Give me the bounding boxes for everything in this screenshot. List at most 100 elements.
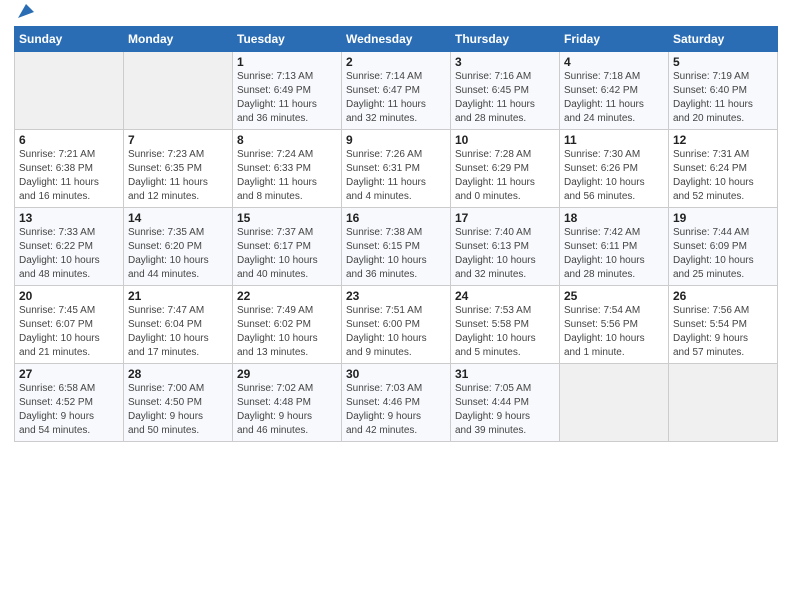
day-detail: Sunrise: 7:47 AM Sunset: 6:04 PM Dayligh…	[128, 304, 228, 360]
day-detail: Sunrise: 7:19 AM Sunset: 6:40 PM Dayligh…	[673, 70, 773, 126]
day-number: 2	[346, 55, 446, 69]
day-detail: Sunrise: 7:31 AM Sunset: 6:24 PM Dayligh…	[673, 148, 773, 204]
day-detail: Sunrise: 7:54 AM Sunset: 5:56 PM Dayligh…	[564, 304, 664, 360]
calendar-cell: 14Sunrise: 7:35 AM Sunset: 6:20 PM Dayli…	[124, 208, 233, 286]
calendar-cell: 15Sunrise: 7:37 AM Sunset: 6:17 PM Dayli…	[233, 208, 342, 286]
calendar-cell: 17Sunrise: 7:40 AM Sunset: 6:13 PM Dayli…	[451, 208, 560, 286]
calendar-cell: 16Sunrise: 7:38 AM Sunset: 6:15 PM Dayli…	[342, 208, 451, 286]
day-number: 31	[455, 367, 555, 381]
day-number: 21	[128, 289, 228, 303]
calendar-cell: 31Sunrise: 7:05 AM Sunset: 4:44 PM Dayli…	[451, 364, 560, 442]
calendar-cell: 6Sunrise: 7:21 AM Sunset: 6:38 PM Daylig…	[15, 130, 124, 208]
day-number: 29	[237, 367, 337, 381]
calendar-table: SundayMondayTuesdayWednesdayThursdayFrid…	[14, 26, 778, 442]
day-detail: Sunrise: 7:28 AM Sunset: 6:29 PM Dayligh…	[455, 148, 555, 204]
day-detail: Sunrise: 7:56 AM Sunset: 5:54 PM Dayligh…	[673, 304, 773, 360]
day-detail: Sunrise: 7:44 AM Sunset: 6:09 PM Dayligh…	[673, 226, 773, 282]
calendar-week-row: 20Sunrise: 7:45 AM Sunset: 6:07 PM Dayli…	[15, 286, 778, 364]
calendar-cell: 25Sunrise: 7:54 AM Sunset: 5:56 PM Dayli…	[560, 286, 669, 364]
calendar-cell: 13Sunrise: 7:33 AM Sunset: 6:22 PM Dayli…	[15, 208, 124, 286]
day-number: 18	[564, 211, 664, 225]
day-number: 4	[564, 55, 664, 69]
day-detail: Sunrise: 7:26 AM Sunset: 6:31 PM Dayligh…	[346, 148, 446, 204]
calendar-cell: 21Sunrise: 7:47 AM Sunset: 6:04 PM Dayli…	[124, 286, 233, 364]
day-number: 17	[455, 211, 555, 225]
day-detail: Sunrise: 7:49 AM Sunset: 6:02 PM Dayligh…	[237, 304, 337, 360]
day-detail: Sunrise: 7:24 AM Sunset: 6:33 PM Dayligh…	[237, 148, 337, 204]
day-detail: Sunrise: 7:21 AM Sunset: 6:38 PM Dayligh…	[19, 148, 119, 204]
day-detail: Sunrise: 7:14 AM Sunset: 6:47 PM Dayligh…	[346, 70, 446, 126]
day-number: 28	[128, 367, 228, 381]
calendar-cell: 23Sunrise: 7:51 AM Sunset: 6:00 PM Dayli…	[342, 286, 451, 364]
calendar-cell: 11Sunrise: 7:30 AM Sunset: 6:26 PM Dayli…	[560, 130, 669, 208]
calendar-cell: 8Sunrise: 7:24 AM Sunset: 6:33 PM Daylig…	[233, 130, 342, 208]
calendar-cell: 18Sunrise: 7:42 AM Sunset: 6:11 PM Dayli…	[560, 208, 669, 286]
day-number: 9	[346, 133, 446, 147]
day-number: 11	[564, 133, 664, 147]
calendar-week-row: 6Sunrise: 7:21 AM Sunset: 6:38 PM Daylig…	[15, 130, 778, 208]
day-number: 27	[19, 367, 119, 381]
calendar-cell	[560, 364, 669, 442]
day-detail: Sunrise: 7:05 AM Sunset: 4:44 PM Dayligh…	[455, 382, 555, 438]
day-number: 13	[19, 211, 119, 225]
day-number: 5	[673, 55, 773, 69]
day-header-monday: Monday	[124, 27, 233, 52]
calendar-cell	[15, 52, 124, 130]
logo-icon	[16, 2, 34, 20]
day-number: 15	[237, 211, 337, 225]
day-detail: Sunrise: 7:02 AM Sunset: 4:48 PM Dayligh…	[237, 382, 337, 438]
day-number: 3	[455, 55, 555, 69]
day-header-wednesday: Wednesday	[342, 27, 451, 52]
day-detail: Sunrise: 7:51 AM Sunset: 6:00 PM Dayligh…	[346, 304, 446, 360]
day-detail: Sunrise: 7:40 AM Sunset: 6:13 PM Dayligh…	[455, 226, 555, 282]
calendar-cell: 5Sunrise: 7:19 AM Sunset: 6:40 PM Daylig…	[669, 52, 778, 130]
day-number: 26	[673, 289, 773, 303]
day-detail: Sunrise: 7:23 AM Sunset: 6:35 PM Dayligh…	[128, 148, 228, 204]
calendar-cell	[124, 52, 233, 130]
calendar-cell: 2Sunrise: 7:14 AM Sunset: 6:47 PM Daylig…	[342, 52, 451, 130]
day-number: 25	[564, 289, 664, 303]
calendar-body: 1Sunrise: 7:13 AM Sunset: 6:49 PM Daylig…	[15, 52, 778, 442]
calendar-cell: 19Sunrise: 7:44 AM Sunset: 6:09 PM Dayli…	[669, 208, 778, 286]
day-number: 8	[237, 133, 337, 147]
day-number: 14	[128, 211, 228, 225]
calendar-cell: 9Sunrise: 7:26 AM Sunset: 6:31 PM Daylig…	[342, 130, 451, 208]
calendar-cell: 20Sunrise: 7:45 AM Sunset: 6:07 PM Dayli…	[15, 286, 124, 364]
calendar-cell: 24Sunrise: 7:53 AM Sunset: 5:58 PM Dayli…	[451, 286, 560, 364]
calendar-week-row: 27Sunrise: 6:58 AM Sunset: 4:52 PM Dayli…	[15, 364, 778, 442]
calendar-cell: 28Sunrise: 7:00 AM Sunset: 4:50 PM Dayli…	[124, 364, 233, 442]
day-detail: Sunrise: 7:45 AM Sunset: 6:07 PM Dayligh…	[19, 304, 119, 360]
calendar-cell: 26Sunrise: 7:56 AM Sunset: 5:54 PM Dayli…	[669, 286, 778, 364]
day-header-tuesday: Tuesday	[233, 27, 342, 52]
calendar-container: SundayMondayTuesdayWednesdayThursdayFrid…	[0, 0, 792, 452]
day-number: 10	[455, 133, 555, 147]
calendar-cell: 22Sunrise: 7:49 AM Sunset: 6:02 PM Dayli…	[233, 286, 342, 364]
day-number: 20	[19, 289, 119, 303]
day-number: 1	[237, 55, 337, 69]
day-header-sunday: Sunday	[15, 27, 124, 52]
calendar-cell: 3Sunrise: 7:16 AM Sunset: 6:45 PM Daylig…	[451, 52, 560, 130]
day-number: 7	[128, 133, 228, 147]
day-number: 19	[673, 211, 773, 225]
calendar-cell: 27Sunrise: 6:58 AM Sunset: 4:52 PM Dayli…	[15, 364, 124, 442]
calendar-cell: 12Sunrise: 7:31 AM Sunset: 6:24 PM Dayli…	[669, 130, 778, 208]
calendar-cell: 4Sunrise: 7:18 AM Sunset: 6:42 PM Daylig…	[560, 52, 669, 130]
calendar-header	[14, 10, 778, 20]
day-detail: Sunrise: 7:42 AM Sunset: 6:11 PM Dayligh…	[564, 226, 664, 282]
calendar-week-row: 13Sunrise: 7:33 AM Sunset: 6:22 PM Dayli…	[15, 208, 778, 286]
day-header-thursday: Thursday	[451, 27, 560, 52]
day-detail: Sunrise: 7:03 AM Sunset: 4:46 PM Dayligh…	[346, 382, 446, 438]
calendar-header-row: SundayMondayTuesdayWednesdayThursdayFrid…	[15, 27, 778, 52]
calendar-cell: 29Sunrise: 7:02 AM Sunset: 4:48 PM Dayli…	[233, 364, 342, 442]
day-number: 30	[346, 367, 446, 381]
day-detail: Sunrise: 7:30 AM Sunset: 6:26 PM Dayligh…	[564, 148, 664, 204]
calendar-cell	[669, 364, 778, 442]
day-number: 22	[237, 289, 337, 303]
day-detail: Sunrise: 7:37 AM Sunset: 6:17 PM Dayligh…	[237, 226, 337, 282]
day-number: 23	[346, 289, 446, 303]
day-number: 24	[455, 289, 555, 303]
day-detail: Sunrise: 7:00 AM Sunset: 4:50 PM Dayligh…	[128, 382, 228, 438]
day-number: 6	[19, 133, 119, 147]
day-detail: Sunrise: 7:35 AM Sunset: 6:20 PM Dayligh…	[128, 226, 228, 282]
calendar-cell: 10Sunrise: 7:28 AM Sunset: 6:29 PM Dayli…	[451, 130, 560, 208]
